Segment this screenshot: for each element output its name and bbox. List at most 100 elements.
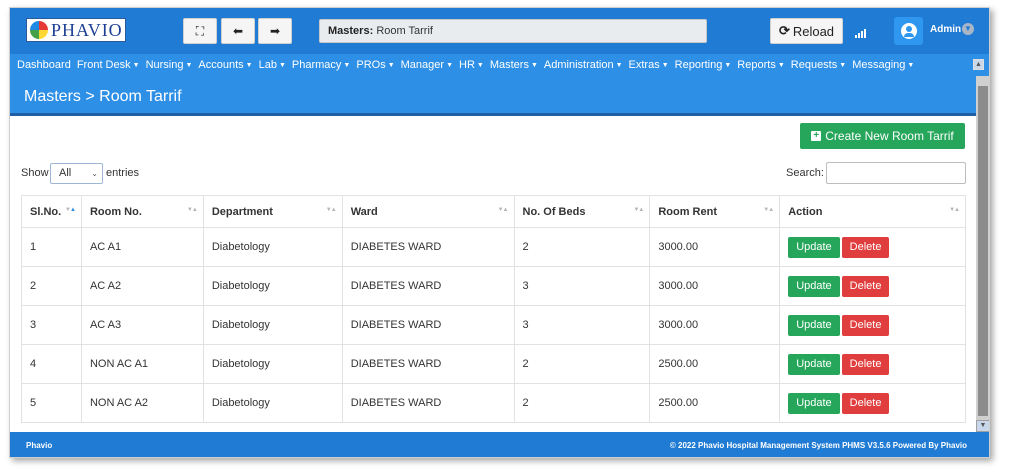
- caret-down-icon: ▼: [661, 62, 669, 69]
- avatar[interactable]: [894, 17, 923, 45]
- ward-cell: DIABETES WARD: [341, 344, 515, 384]
- vertical-scrollbar[interactable]: ▼: [976, 76, 989, 432]
- sort-icon: ▼▲: [949, 207, 960, 213]
- nav-item-pros[interactable]: PROs ▼: [356, 59, 394, 71]
- column-header-action[interactable]: Action ▼▲: [779, 195, 966, 228]
- user-name[interactable]: Admin: [930, 24, 961, 35]
- update-button[interactable]: Update: [788, 353, 840, 375]
- sl-no-cell: 1: [21, 227, 82, 267]
- nav-item-pharmacy[interactable]: Pharmacy ▼: [292, 59, 350, 71]
- signal-icon: [855, 24, 869, 38]
- reload-button[interactable]: ⟳ Reload: [770, 18, 843, 44]
- nav-item-label: Reports: [737, 59, 776, 71]
- reload-icon: ⟳: [778, 23, 790, 38]
- sl-no-cell: 3: [21, 305, 82, 345]
- nav-item-accounts[interactable]: Accounts ▼: [198, 59, 252, 71]
- caret-down-icon: ▼: [615, 62, 623, 69]
- brand-logo[interactable]: PHAVIO: [26, 18, 126, 42]
- room-rent-cell: 2500.00: [649, 383, 781, 423]
- nav-item-administration[interactable]: Administration ▼: [544, 59, 623, 71]
- chevron-down-icon: ⌄: [91, 169, 98, 178]
- nav-item-reporting[interactable]: Reporting ▼: [675, 59, 732, 71]
- nav-item-label: Extras: [628, 59, 660, 71]
- caret-down-icon: ▼: [476, 62, 484, 69]
- nav-item-hr[interactable]: HR ▼: [459, 59, 484, 71]
- column-header-label: Room Rent: [658, 205, 717, 218]
- nav-item-extras[interactable]: Extras ▼: [629, 59, 669, 71]
- nav-item-reports[interactable]: Reports ▼: [737, 59, 784, 71]
- nav-item-requests[interactable]: Requests ▼: [791, 59, 846, 71]
- caret-down-icon: ▼: [724, 62, 732, 69]
- user-icon: [900, 23, 917, 39]
- column-header-label: Ward: [350, 205, 378, 218]
- caret-down-icon: ▼: [132, 62, 140, 69]
- forward-button[interactable]: ➡: [258, 18, 292, 44]
- nav-item-label: Dashboard: [17, 59, 71, 71]
- delete-button[interactable]: Delete: [841, 353, 890, 375]
- delete-button[interactable]: Delete: [841, 314, 890, 336]
- sort-icon: ▼▲: [325, 207, 337, 213]
- nav-item-messaging[interactable]: Messaging ▼: [852, 59, 914, 71]
- column-header-label: Sl.No.: [30, 205, 62, 218]
- entries-select[interactable]: All ⌄: [50, 163, 103, 184]
- reload-label: Reload: [792, 23, 835, 39]
- caret-down-icon: ▼: [278, 62, 286, 69]
- table-row: 4 NON AC A1 Diabetology DIABETES WARD 2 2500.…: [21, 344, 966, 384]
- caret-down-icon: ▼: [777, 62, 785, 69]
- room-no-cell: NON AC A1: [80, 344, 204, 384]
- nav-item-nursing[interactable]: Nursing ▼: [146, 59, 193, 71]
- nav-item-masters[interactable]: Masters ▼: [490, 59, 538, 71]
- caret-down-icon: ▼: [530, 62, 538, 69]
- table-body: 1 AC A1 Diabetology DIABETES WARD 2 3000.00 Up…: [21, 227, 966, 423]
- sl-no-cell: 2: [21, 266, 82, 306]
- caret-down-icon: ▼: [446, 62, 453, 69]
- column-header-department[interactable]: Department ▼▲: [202, 195, 343, 228]
- column-header-ward[interactable]: Ward ▼▲: [341, 195, 515, 228]
- delete-button[interactable]: Delete: [841, 236, 890, 258]
- location-bar: Masters: Room Tarrif: [319, 19, 707, 43]
- room-rent-cell: 2500.00: [649, 344, 781, 384]
- chevron-down-icon[interactable]: ▼: [962, 23, 974, 35]
- nav-item-dashboard[interactable]: Dashboard: [17, 59, 71, 71]
- room-no-cell: AC A2: [80, 266, 204, 306]
- search-input[interactable]: [826, 162, 966, 184]
- fullscreen-button[interactable]: ⛶: [183, 18, 217, 44]
- nav-item-label: Messaging: [852, 59, 906, 71]
- update-button[interactable]: Update: [788, 275, 840, 297]
- back-button[interactable]: ⬅: [221, 18, 255, 44]
- table-header-row: Sl.No. ▼▲ Room No. ▼▲ Department ▼▲ Ward ▼▲ No. …: [21, 195, 966, 228]
- update-button[interactable]: Update: [788, 236, 840, 258]
- nav-item-lab[interactable]: Lab ▼: [259, 59, 286, 71]
- create-room-tarrif-button[interactable]: + Create New Room Tarrif: [800, 123, 965, 149]
- column-header-no-of-beds[interactable]: No. Of Beds ▼▲: [513, 195, 651, 228]
- action-cell: Update Delete: [779, 305, 966, 345]
- room-no-cell: AC A3: [80, 305, 204, 345]
- nav-item-manager[interactable]: Manager ▼: [401, 59, 453, 71]
- sort-icon: ▼▲: [763, 207, 774, 213]
- column-header-room-rent[interactable]: Room Rent ▼▲: [649, 195, 781, 228]
- table-row: 1 AC A1 Diabetology DIABETES WARD 2 3000.00 Up…: [21, 227, 966, 267]
- column-header-room-no[interactable]: Room No. ▼▲: [80, 195, 204, 228]
- location-section: Masters:: [328, 25, 374, 37]
- delete-button[interactable]: Delete: [841, 392, 890, 414]
- nav-item-label: Reporting: [674, 59, 723, 71]
- room-no-cell: NON AC A2: [80, 383, 204, 423]
- column-header-sl-no[interactable]: Sl.No. ▼▲: [21, 195, 82, 228]
- room-tarrif-table: Sl.No. ▼▲ Room No. ▼▲ Department ▼▲ Ward ▼▲ No. …: [21, 195, 966, 423]
- scroll-up-icon[interactable]: ▲: [973, 59, 984, 70]
- update-button[interactable]: Update: [788, 314, 840, 336]
- nav-item-front-desk[interactable]: Front Desk ▼: [77, 59, 140, 71]
- brand-name: PHAVIO: [51, 19, 123, 40]
- scroll-down-icon[interactable]: ▼: [976, 420, 989, 432]
- scrollbar-thumb[interactable]: [978, 86, 988, 416]
- nav-item-label: Accounts: [198, 59, 244, 71]
- nav-item-label: PROs: [356, 59, 386, 71]
- nav-item-label: HR: [459, 59, 475, 71]
- update-button[interactable]: Update: [788, 392, 840, 414]
- arrow-left-icon: ⬅: [232, 24, 244, 38]
- nav-item-label: Lab: [258, 59, 277, 71]
- main-menu: Dashboard Front Desk ▼ Nursing ▼ Accounts ▼ Lab…: [10, 54, 989, 76]
- caret-down-icon: ▼: [343, 62, 351, 69]
- sl-no-cell: 4: [21, 344, 82, 384]
- delete-button[interactable]: Delete: [841, 275, 890, 297]
